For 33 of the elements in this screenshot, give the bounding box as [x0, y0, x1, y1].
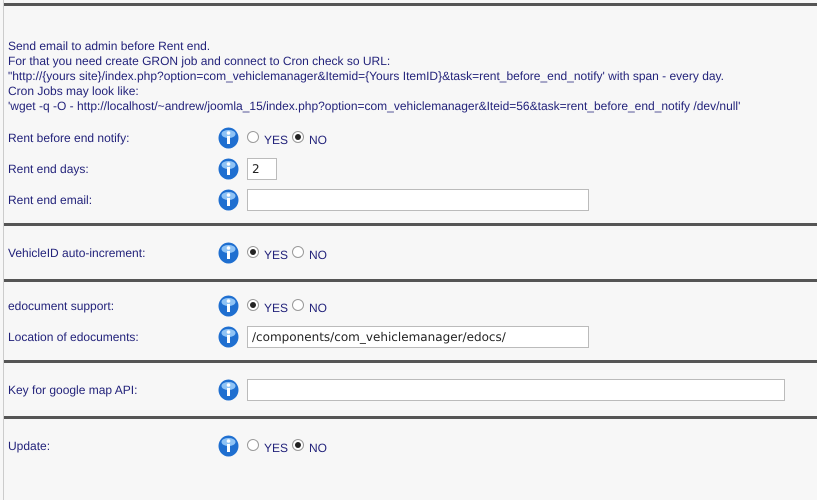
info-icon[interactable] [218, 326, 239, 348]
input-field[interactable] [247, 378, 785, 400]
description-text: 'wget -q -O - http://localhost/~andrew/joomla_15/index.php?option=com_vehiclemanager&Iteid=56&task=rent_before_end_notify /dev/null' [8, 99, 742, 114]
info-icon[interactable] [218, 242, 239, 264]
description-text: Cron Jobs may look like: [8, 84, 140, 99]
description-text: Send email to admin before Rent end. [8, 39, 212, 54]
setting-label: edocument support: [8, 298, 116, 312]
input-field[interactable]: /components/com_vehiclemanager/edocs/ [247, 326, 589, 348]
description-text: For that you need create GRON job and connect to Cron check so URL: [8, 54, 392, 69]
info-icon[interactable] [218, 158, 239, 180]
input-field[interactable]: 2 [247, 158, 277, 180]
setting-label: Key for google map API: [8, 382, 138, 396]
setting-label: Rent end email: [8, 192, 94, 206]
radio-option[interactable]: YES [247, 128, 288, 146]
setting-label: Rent end days: [8, 162, 90, 176]
radio-option[interactable]: NO [292, 244, 328, 262]
radio-option[interactable]: YES [247, 296, 288, 314]
radio-option[interactable]: YES [247, 244, 288, 262]
info-icon[interactable] [218, 378, 239, 400]
setting-label: Update: [8, 438, 52, 452]
setting-label: Rent before end notify: [8, 130, 130, 144]
radio-option[interactable]: YES [247, 436, 288, 454]
info-icon[interactable] [218, 434, 239, 456]
setting-label: VehicleID auto-increment: [8, 246, 146, 260]
radio-option[interactable]: NO [292, 436, 328, 454]
setting-label: Location of edocuments: [8, 330, 140, 344]
description-text: "http://{yours site}/index.php?option=com_vehiclemanager&Itemid={Yours ItemID}&task=rent_before_end_notify' with span - every day. [8, 69, 725, 84]
info-icon[interactable] [218, 188, 239, 210]
radio-option[interactable]: NO [292, 296, 328, 314]
info-icon[interactable] [218, 126, 239, 148]
info-icon[interactable] [218, 294, 239, 316]
radio-option[interactable]: NO [292, 128, 328, 146]
input-field[interactable] [247, 188, 589, 210]
